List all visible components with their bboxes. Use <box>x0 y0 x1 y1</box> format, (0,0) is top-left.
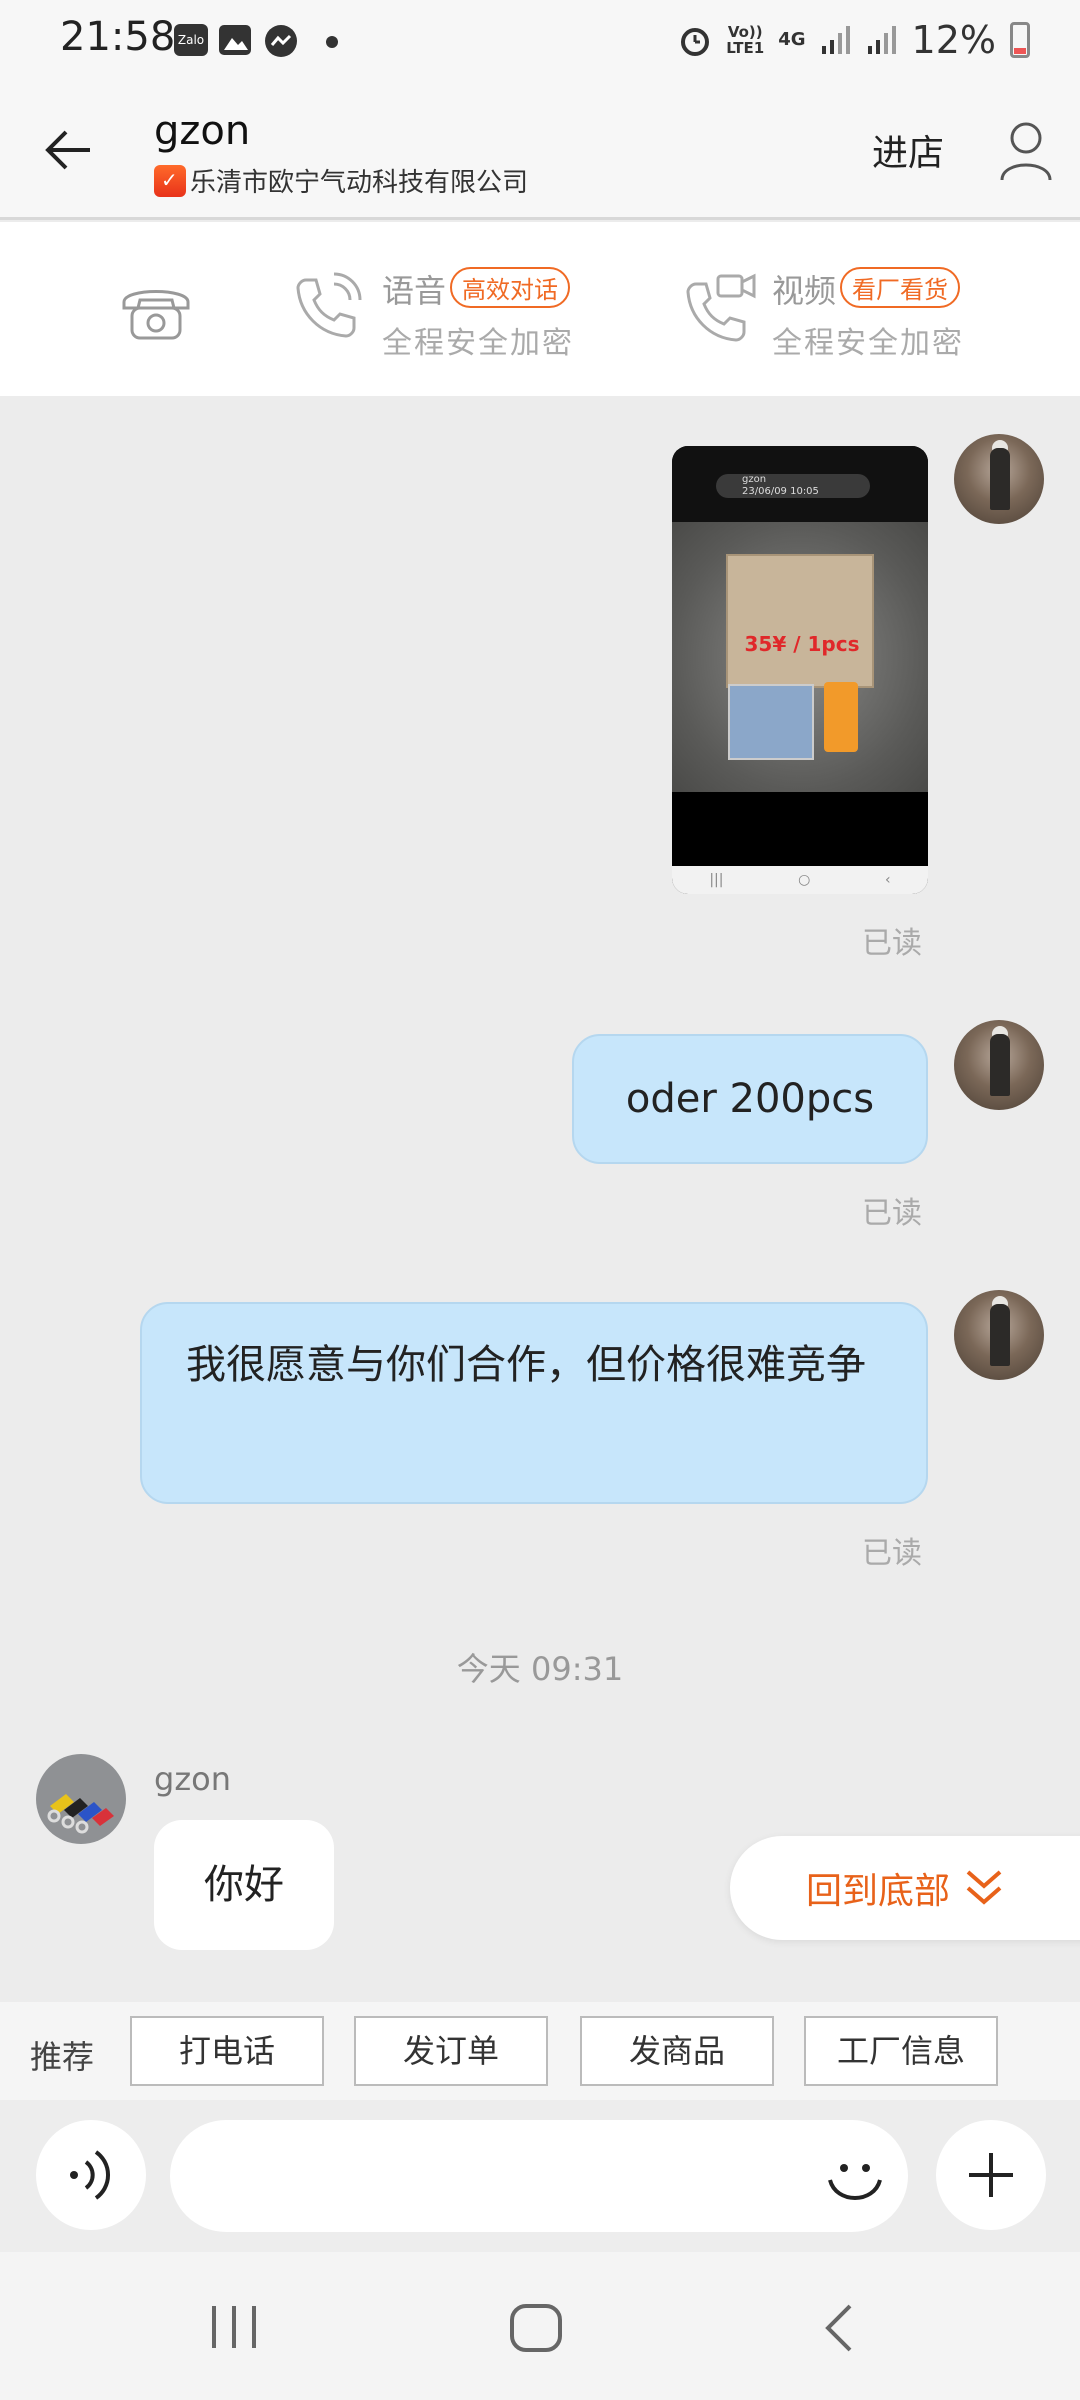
back-nav-icon[interactable] <box>820 2302 860 2354</box>
plus-icon <box>969 2153 1013 2197</box>
home-icon[interactable] <box>508 2302 564 2354</box>
system-nav-bar <box>0 2252 1080 2400</box>
contact-avatar[interactable] <box>36 1754 126 1844</box>
message-bubble[interactable]: 你好 <box>154 1820 334 1950</box>
sender-name: gzon <box>154 1760 231 1798</box>
messenger-icon <box>265 25 297 57</box>
chat-header: gzon 乐清市欧宁气动科技有限公司 进店 <box>0 80 1080 220</box>
image-navbar: ||| ○ ‹ <box>672 866 928 894</box>
emoji-icon[interactable] <box>820 2144 890 2214</box>
time-separator: 今天 09:31 <box>456 1650 624 1688</box>
read-status: 已读 <box>862 1536 922 1571</box>
gallery-icon <box>219 25 251 55</box>
message-bubble[interactable]: oder 200pcs <box>572 1034 928 1164</box>
enter-shop-button[interactable]: 进店 <box>872 124 944 176</box>
recommend-bar: 推荐 打电话 发订单 发商品 工厂信息 <box>0 2002 1080 2100</box>
input-bar <box>0 2100 1080 2252</box>
status-right: Vo)) LTE1 4G 12% <box>678 18 1030 62</box>
message-bubble[interactable]: 我很愿意与你们合作，但价格很难竞争 <box>140 1302 928 1504</box>
avatar[interactable] <box>954 1020 1044 1110</box>
data-type: 4G <box>778 29 806 50</box>
price-overlay: 35¥ / 1pcs <box>744 632 860 656</box>
voice-input-button[interactable] <box>36 2120 146 2230</box>
double-chevron-down-icon <box>966 1870 1002 1905</box>
verified-badge-icon <box>154 164 186 197</box>
avatar[interactable] <box>954 434 1044 524</box>
call-bar: 语音 高效对话 全程安全加密 视频 看厂看货 全程安全加密 <box>0 222 1080 396</box>
video-sub: 全程安全加密 <box>772 326 964 361</box>
company-line: 乐清市欧宁气动科技有限公司 <box>154 162 528 199</box>
voice-badge: 高效对话 <box>450 267 571 308</box>
video-badge: 看厂看货 <box>840 267 961 308</box>
image-topbar: gzon 23/06/09 10:05 <box>672 446 928 522</box>
plus-button[interactable] <box>936 2120 1046 2230</box>
contact-name: gzon <box>154 108 251 154</box>
telephone-icon[interactable] <box>118 280 194 342</box>
call-chip[interactable]: 打电话 <box>130 2016 324 2086</box>
product-package <box>728 684 814 760</box>
alarm-icon <box>681 28 710 56</box>
status-time: 21:58 <box>60 14 176 60</box>
send-product-chip[interactable]: 发商品 <box>580 2016 774 2086</box>
signal-icon <box>821 26 850 54</box>
signal-icon-2 <box>867 26 896 54</box>
image-chip: gzon 23/06/09 10:05 <box>716 474 870 498</box>
product-tool <box>824 682 858 752</box>
company-name: 乐清市欧宁气动科技有限公司 <box>190 168 529 198</box>
factory-info-chip[interactable]: 工厂信息 <box>804 2016 998 2086</box>
voice-call-icon <box>296 272 362 338</box>
battery-percent: 12% <box>911 18 996 62</box>
notification-dot <box>326 36 338 48</box>
read-status: 已读 <box>862 926 922 961</box>
video-label: 视频 <box>772 272 837 310</box>
profile-icon[interactable] <box>996 118 1056 184</box>
recommend-label: 推荐 <box>30 2038 95 2076</box>
product-photo: 35¥ / 1pcs <box>672 522 928 792</box>
zalo-icon: Zalo <box>174 24 208 56</box>
send-order-chip[interactable]: 发订单 <box>354 2016 548 2086</box>
status-bar: 21:58 Zalo Vo)) LTE1 4G 12% <box>0 0 1080 80</box>
voice-sub: 全程安全加密 <box>382 326 574 361</box>
back-arrow-icon[interactable] <box>40 120 100 180</box>
voice-wave-icon <box>70 2150 110 2200</box>
avatar[interactable] <box>954 1290 1044 1380</box>
video-call-icon <box>686 273 756 342</box>
image-message[interactable]: gzon 23/06/09 10:05 35¥ / 1pcs ||| ○ ‹ <box>672 446 928 894</box>
message-input[interactable] <box>170 2120 908 2232</box>
volte-indicator: Vo)) LTE1 <box>726 23 765 57</box>
back-to-bottom-button[interactable]: 回到底部 <box>730 1836 1080 1940</box>
voice-label: 语音 <box>382 272 447 310</box>
recent-apps-icon[interactable] <box>204 2302 264 2352</box>
battery-icon <box>1010 22 1030 58</box>
read-status: 已读 <box>862 1196 922 1231</box>
product-box <box>726 554 874 688</box>
back-to-bottom-label: 回到底部 <box>806 1871 951 1912</box>
